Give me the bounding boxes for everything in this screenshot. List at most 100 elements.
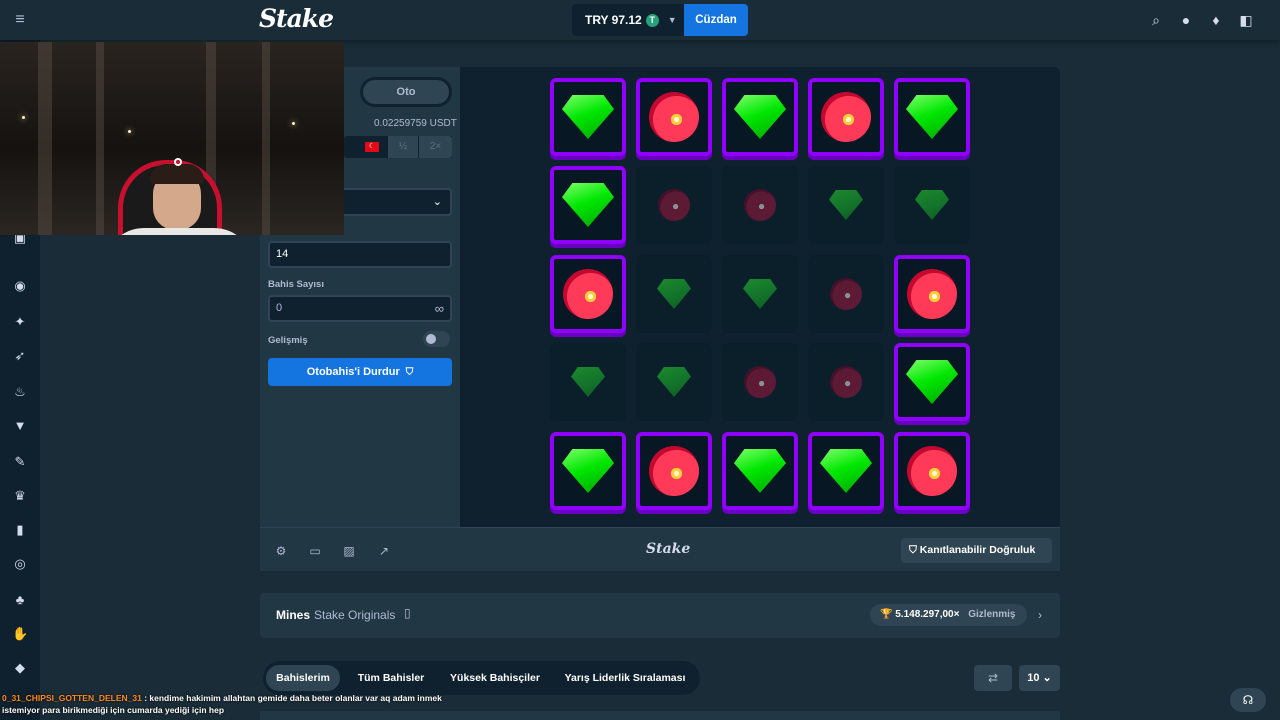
crown-icon[interactable]: ♛	[12, 488, 28, 504]
record-badge[interactable]: 🏆 5.148.297,00× Gizlenmiş	[870, 604, 1027, 626]
racing-icon[interactable]: ➶	[12, 348, 28, 364]
stats-icon[interactable]: ▨	[342, 544, 356, 558]
fire-icon[interactable]: ♨	[12, 384, 28, 400]
balance-value: TRY 97.12	[585, 13, 642, 27]
rows-count-select[interactable]: 10 ⌄	[1019, 665, 1060, 691]
tab-all-bets[interactable]: Tüm Bahisler	[348, 665, 434, 691]
gem-icon	[562, 449, 614, 493]
mine-tile[interactable]	[722, 166, 798, 244]
tshirt-icon[interactable]: ▼	[12, 418, 28, 434]
gems-value: 14	[276, 248, 289, 260]
infinity-icon[interactable]: ∞	[435, 297, 444, 320]
tab-race-leaderboard[interactable]: Yarış Liderlik Sıralaması	[556, 665, 694, 691]
gem-icon	[657, 367, 691, 397]
mine-tile[interactable]	[894, 432, 970, 510]
gem-icon	[820, 449, 872, 493]
mine-tile[interactable]	[636, 78, 712, 156]
battery-icon[interactable]: ▮	[12, 522, 28, 538]
bets-count-value: 0	[276, 302, 283, 314]
bookmark-icon[interactable]: ▯	[404, 606, 418, 622]
lifebuoy-icon[interactable]: ◎	[12, 556, 28, 572]
gem-icon	[915, 190, 949, 220]
live-support-icon[interactable]: ☊	[1230, 688, 1266, 712]
advanced-label: Gelişmiş	[268, 335, 308, 346]
mine-tile[interactable]	[894, 166, 970, 244]
tab-high-rollers[interactable]: Yüksek Bahisçiler	[442, 665, 548, 691]
chat-message-continued: gemide daha beter olanlar var aq adam in…	[257, 693, 442, 703]
pen-icon[interactable]: ✎	[12, 454, 28, 470]
search-icon[interactable]: ⌕	[1148, 12, 1164, 28]
provably-fair-button[interactable]: ⛉ Kanıtlanabilir Doğruluk	[901, 538, 1052, 563]
chevron-down-icon: ▼	[667, 15, 677, 25]
mine-tile[interactable]	[894, 255, 970, 333]
stake-logo[interactable]: Stake	[259, 4, 334, 33]
record-value: 5.148.297,00×	[895, 609, 960, 620]
advanced-toggle[interactable]	[423, 331, 450, 347]
provably-fair-label: Kanıtlanabilir Doğruluk	[919, 544, 1036, 556]
chevron-down-icon: ⌄	[432, 196, 442, 208]
mine-tile[interactable]	[808, 166, 884, 244]
gem-icon	[906, 360, 958, 404]
filter-icon[interactable]: ⇄	[974, 665, 1012, 691]
diamond-icon[interactable]: ◆	[12, 660, 28, 676]
mine-tile[interactable]	[722, 78, 798, 156]
mine-tile[interactable]	[722, 255, 798, 333]
gem-icon	[734, 95, 786, 139]
chevron-right-icon[interactable]: ›	[1038, 608, 1042, 622]
mine-tile[interactable]	[808, 255, 884, 333]
mines-select[interactable]: ⌄	[344, 188, 452, 216]
mine-tile[interactable]	[550, 255, 626, 333]
bets-label: Bahis Sayısı	[268, 279, 324, 290]
sidebar-toggle-icon[interactable]: ◧	[1238, 12, 1254, 28]
gem-icon	[734, 449, 786, 493]
mine-tile[interactable]	[722, 432, 798, 510]
tab-my-bets[interactable]: Bahislerim	[266, 665, 340, 691]
wallet-button[interactable]: Cüzdan	[684, 4, 748, 36]
mine-tile[interactable]	[550, 166, 626, 244]
gift-icon[interactable]: ♣	[12, 592, 28, 608]
mine-tile[interactable]	[894, 78, 970, 156]
chat-username: 0_31_CHIPSI_GOTTEN_DELEN_31	[2, 693, 142, 703]
mine-tile[interactable]	[722, 343, 798, 421]
webcam-overlay	[0, 42, 344, 235]
sports-icon[interactable]: ◉	[12, 278, 28, 294]
settings-icon[interactable]: ⚙	[274, 544, 288, 558]
tab-auto[interactable]: Oto	[363, 80, 449, 104]
mine-icon	[830, 366, 862, 398]
gem-icon	[562, 183, 614, 227]
mines-game-board	[460, 67, 1060, 527]
chevron-down-icon: ⌄	[1042, 672, 1052, 684]
game-provider[interactable]: Stake Originals	[314, 608, 395, 622]
live-stats-icon[interactable]: ↗	[377, 544, 391, 558]
mine-tile[interactable]	[808, 432, 884, 510]
mine-tile[interactable]	[636, 166, 712, 244]
mine-tile[interactable]	[808, 78, 884, 156]
stop-autobet-label: Otobahis'i Durdur	[306, 366, 400, 378]
bets-count-input[interactable]: 0 ∞	[268, 295, 452, 322]
bet-amount-usdt: 0.02259759 USDT	[374, 118, 457, 129]
mine-tile[interactable]	[636, 255, 712, 333]
half-bet-button[interactable]: ½	[388, 136, 418, 158]
menu-icon[interactable]: ≡	[10, 12, 30, 28]
stop-autobet-button[interactable]: Otobahis'i Durdur ⛉	[268, 358, 452, 386]
balance-selector[interactable]: TRY 97.12 T ▼	[572, 4, 684, 36]
notifications-icon[interactable]: ♦	[1208, 12, 1224, 28]
mine-tile[interactable]	[808, 343, 884, 421]
double-bet-button[interactable]: 2×	[419, 136, 452, 158]
theatre-mode-icon[interactable]: ▭	[308, 544, 322, 558]
mine-tile[interactable]	[550, 432, 626, 510]
record-hidden: Gizlenmiş	[968, 609, 1016, 620]
mine-tile[interactable]	[550, 78, 626, 156]
gem-icon	[657, 279, 691, 309]
mine-tile[interactable]	[636, 343, 712, 421]
shield-check-icon: ⛉	[909, 544, 917, 556]
promo-icon[interactable]: ✦	[12, 314, 28, 330]
game-title: Mines	[276, 608, 311, 622]
shield-icon: ⛉	[405, 367, 414, 378]
mine-tile[interactable]	[550, 343, 626, 421]
user-icon[interactable]: ●	[1178, 12, 1194, 28]
gems-field[interactable]: 14	[268, 241, 452, 268]
mine-tile[interactable]	[636, 432, 712, 510]
mine-tile[interactable]	[894, 343, 970, 421]
hand-icon[interactable]: ✋	[12, 626, 28, 642]
